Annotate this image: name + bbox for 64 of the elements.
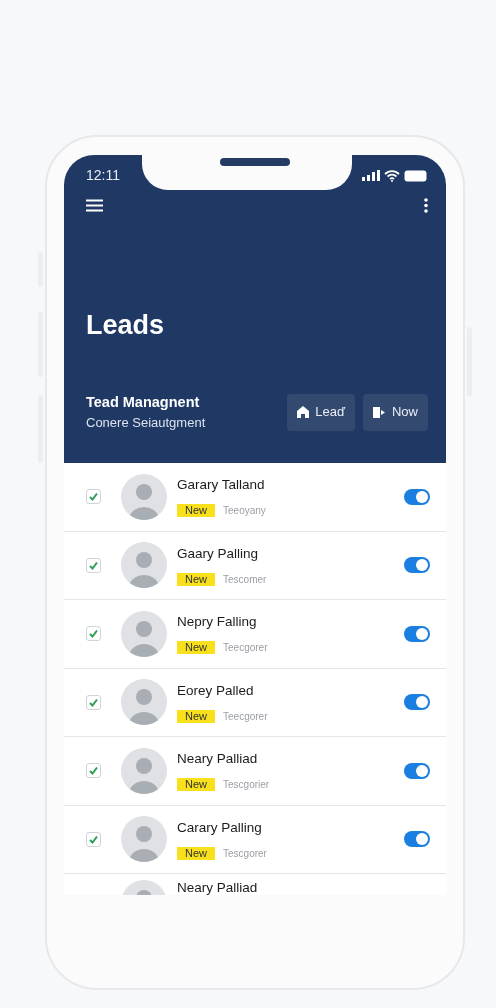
- lead-row[interactable]: Gaary Palling New Tescomer: [64, 531, 446, 600]
- lead-name: Eorey Palled: [177, 681, 255, 700]
- lead-detail: Teecgorer: [223, 641, 268, 656]
- lead-name: Garary Talland: [177, 476, 266, 495]
- avatar: [121, 747, 167, 794]
- lead-row[interactable]: Carary Palling New Tescgorer: [64, 805, 446, 874]
- lead-name: Carary Palling: [177, 818, 263, 837]
- lead-detail: Teecgorer: [223, 709, 268, 724]
- status-tag: New: [177, 709, 215, 723]
- lead-row[interactable]: Garary Talland New Teeoyany: [64, 463, 446, 532]
- lead-name: Neary Palliad: [177, 879, 259, 895]
- section-caption: Conere Seiautgment: [86, 414, 206, 433]
- check-icon: [89, 492, 98, 502]
- toggle-switch[interactable]: [404, 694, 430, 711]
- lead-detail: Tescgorier: [223, 778, 270, 793]
- section-title: Tead Managnent: [86, 392, 201, 412]
- toggle-switch[interactable]: [404, 831, 430, 848]
- more-icon[interactable]: [424, 198, 428, 213]
- header-button[interactable]: Leaď: [287, 393, 355, 431]
- header-button[interactable]: Now: [363, 393, 428, 431]
- signal-icon: [362, 170, 380, 181]
- checkbox[interactable]: [86, 831, 101, 847]
- checkbox[interactable]: [86, 626, 101, 642]
- wifi-icon: [384, 169, 400, 182]
- lead-row[interactable]: Eorey Palled New Teecgorer: [64, 668, 446, 737]
- lead-row[interactable]: Neary Palliad New Tescgorier: [64, 737, 446, 806]
- door-icon: [373, 406, 386, 418]
- check-icon: [89, 629, 98, 639]
- status-tag: New: [177, 641, 215, 655]
- lead-name: Neary Palliad: [177, 750, 259, 769]
- status-tag: New: [177, 778, 215, 792]
- lead-name: Gaary Palling: [177, 544, 260, 563]
- speaker-bar: [220, 158, 290, 166]
- status-time: 12:11: [86, 166, 120, 185]
- lead-detail: Tescgorer: [223, 846, 267, 861]
- check-icon: [89, 834, 98, 844]
- status-tag: New: [177, 846, 215, 860]
- checkbox[interactable]: [86, 694, 101, 710]
- page-title: Leads: [86, 309, 166, 342]
- check-icon: [89, 560, 98, 570]
- avatar: [121, 473, 167, 520]
- check-icon: [89, 766, 98, 776]
- toggle-switch[interactable]: [404, 762, 430, 779]
- status-tag: New: [177, 504, 215, 518]
- lead-row[interactable]: Nepry Falling New Teecgorer: [64, 600, 446, 669]
- menu-icon[interactable]: [86, 199, 103, 212]
- house-icon: [297, 406, 310, 419]
- toggle-switch[interactable]: [404, 625, 430, 642]
- avatar: [121, 679, 167, 726]
- status-tag: New: [177, 572, 215, 586]
- avatar: [121, 610, 167, 657]
- avatar: [121, 816, 167, 863]
- lead-detail: Tescomer: [223, 572, 267, 587]
- toggle-switch[interactable]: [404, 557, 430, 574]
- check-icon: [89, 697, 98, 707]
- lead-row[interactable]: Neary Palliad: [64, 874, 446, 895]
- checkbox[interactable]: [86, 489, 101, 505]
- toggle-switch[interactable]: [404, 488, 430, 505]
- battery-icon: [404, 169, 428, 182]
- checkbox[interactable]: [86, 557, 101, 573]
- avatar: [121, 542, 167, 589]
- lead-detail: Teeoyany: [223, 504, 266, 519]
- lead-name: Nepry Falling: [177, 613, 258, 632]
- checkbox[interactable]: [86, 763, 101, 779]
